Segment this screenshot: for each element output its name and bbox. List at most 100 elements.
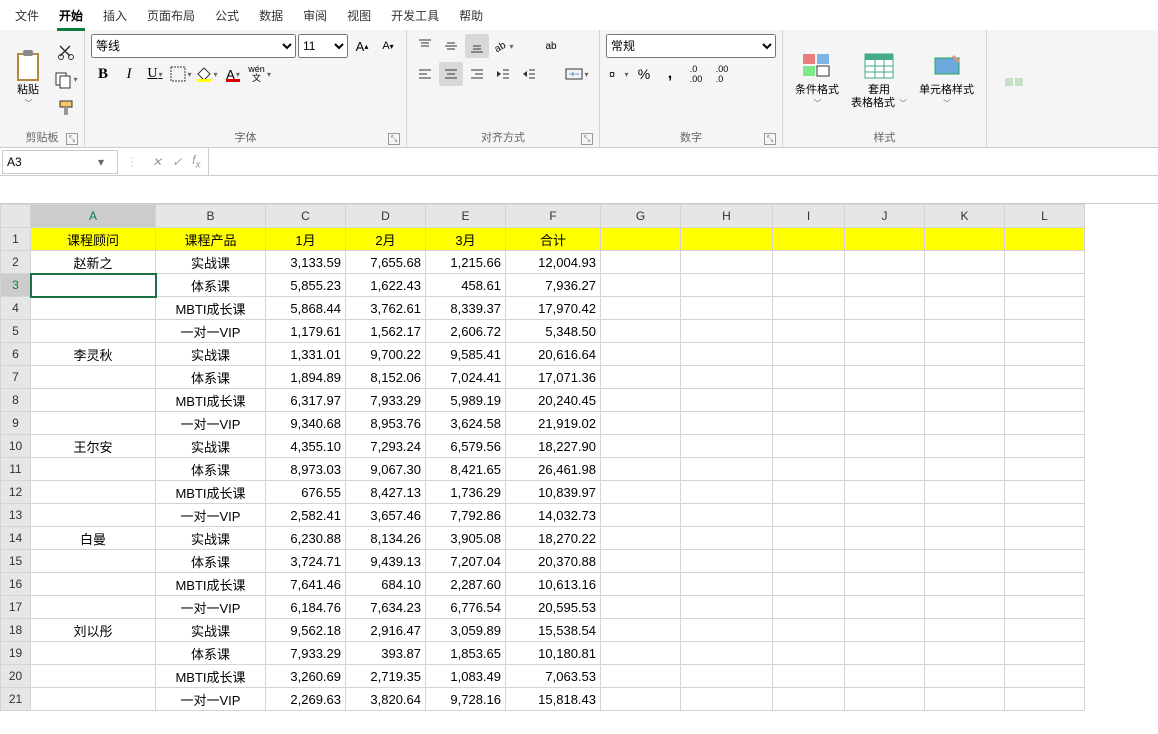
cell-styles-button[interactable]: 单元格样式﹀ <box>913 48 980 112</box>
cell-H8[interactable] <box>681 389 773 412</box>
cell-H19[interactable] <box>681 642 773 665</box>
cell-E6[interactable]: 9,585.41 <box>426 343 506 366</box>
menu-插入[interactable]: 插入 <box>93 2 137 29</box>
cell-L16[interactable] <box>1005 573 1085 596</box>
cell-K19[interactable] <box>925 642 1005 665</box>
cell-D11[interactable]: 9,067.30 <box>346 458 426 481</box>
row-header-6[interactable]: 6 <box>1 343 31 366</box>
cell-J14[interactable] <box>845 527 925 550</box>
cell-D21[interactable]: 3,820.64 <box>346 688 426 711</box>
cell-K6[interactable] <box>925 343 1005 366</box>
formula-input[interactable] <box>209 148 1158 175</box>
cell-K12[interactable] <box>925 481 1005 504</box>
cell-B18[interactable]: 实战课 <box>156 619 266 642</box>
cell-K16[interactable] <box>925 573 1005 596</box>
cell-D20[interactable]: 2,719.35 <box>346 665 426 688</box>
menu-帮助[interactable]: 帮助 <box>449 2 493 29</box>
cell-B14[interactable]: 实战课 <box>156 527 266 550</box>
cell-F1[interactable]: 合计 <box>506 228 601 251</box>
cell-H18[interactable] <box>681 619 773 642</box>
cell-H3[interactable] <box>681 274 773 297</box>
cell-B6[interactable]: 实战课 <box>156 343 266 366</box>
cell-F3[interactable]: 7,936.27 <box>506 274 601 297</box>
cell-I2[interactable] <box>773 251 845 274</box>
col-header-L[interactable]: L <box>1005 205 1085 228</box>
cell-B21[interactable]: 一对一VIP <box>156 688 266 711</box>
cell-C15[interactable]: 3,724.71 <box>266 550 346 573</box>
cell-J1[interactable] <box>845 228 925 251</box>
increase-font-button[interactable]: A▴ <box>350 34 374 58</box>
cell-E5[interactable]: 2,606.72 <box>426 320 506 343</box>
cell-E3[interactable]: 458.61 <box>426 274 506 297</box>
name-box-expand[interactable]: ⋮ <box>120 155 144 169</box>
cell-G11[interactable] <box>601 458 681 481</box>
cell-C9[interactable]: 9,340.68 <box>266 412 346 435</box>
cell-D15[interactable]: 9,439.13 <box>346 550 426 573</box>
menu-视图[interactable]: 视图 <box>337 2 381 29</box>
cell-G10[interactable] <box>601 435 681 458</box>
row-header-13[interactable]: 13 <box>1 504 31 527</box>
cell-A11[interactable] <box>31 458 156 481</box>
orientation-button[interactable]: ab▾ <box>491 34 515 58</box>
cell-H9[interactable] <box>681 412 773 435</box>
cell-F11[interactable]: 26,461.98 <box>506 458 601 481</box>
cell-I12[interactable] <box>773 481 845 504</box>
cell-H12[interactable] <box>681 481 773 504</box>
cell-G7[interactable] <box>601 366 681 389</box>
col-header-E[interactable]: E <box>426 205 506 228</box>
cell-D10[interactable]: 7,293.24 <box>346 435 426 458</box>
cell-I3[interactable] <box>773 274 845 297</box>
cell-D16[interactable]: 684.10 <box>346 573 426 596</box>
col-header-F[interactable]: F <box>506 205 601 228</box>
cell-J17[interactable] <box>845 596 925 619</box>
cell-C16[interactable]: 7,641.46 <box>266 573 346 596</box>
font-family-select[interactable]: 等线 <box>91 34 296 58</box>
table-format-button[interactable]: 套用 表格格式 ﹀ <box>845 48 913 112</box>
cell-D8[interactable]: 7,933.29 <box>346 389 426 412</box>
cell-F2[interactable]: 12,004.93 <box>506 251 601 274</box>
align-top-button[interactable] <box>413 34 437 58</box>
cell-H16[interactable] <box>681 573 773 596</box>
cell-I18[interactable] <box>773 619 845 642</box>
cell-B8[interactable]: MBTI成长课 <box>156 389 266 412</box>
cell-H20[interactable] <box>681 665 773 688</box>
cell-F16[interactable]: 10,613.16 <box>506 573 601 596</box>
cell-G15[interactable] <box>601 550 681 573</box>
cell-L8[interactable] <box>1005 389 1085 412</box>
cell-C17[interactable]: 6,184.76 <box>266 596 346 619</box>
row-header-20[interactable]: 20 <box>1 665 31 688</box>
cell-K15[interactable] <box>925 550 1005 573</box>
cell-J18[interactable] <box>845 619 925 642</box>
name-box[interactable]: ▾ <box>2 150 118 174</box>
cell-G4[interactable] <box>601 297 681 320</box>
cell-H17[interactable] <box>681 596 773 619</box>
cell-D9[interactable]: 8,953.76 <box>346 412 426 435</box>
row-header-9[interactable]: 9 <box>1 412 31 435</box>
cell-A10[interactable]: 王尔安 <box>31 435 156 458</box>
cell-F7[interactable]: 17,071.36 <box>506 366 601 389</box>
cell-A6[interactable]: 李灵秋 <box>31 343 156 366</box>
cell-B15[interactable]: 体系课 <box>156 550 266 573</box>
menu-文件[interactable]: 文件 <box>5 2 49 29</box>
cell-H4[interactable] <box>681 297 773 320</box>
number-dialog-launcher[interactable]: ⤡ <box>764 133 776 145</box>
cell-G2[interactable] <box>601 251 681 274</box>
menu-开发工具[interactable]: 开发工具 <box>381 2 449 29</box>
format-painter-button[interactable] <box>54 96 78 120</box>
cell-J13[interactable] <box>845 504 925 527</box>
cell-A4[interactable] <box>31 297 156 320</box>
row-header-19[interactable]: 19 <box>1 642 31 665</box>
cell-G21[interactable] <box>601 688 681 711</box>
cell-L15[interactable] <box>1005 550 1085 573</box>
cell-A2[interactable]: 赵新之 <box>31 251 156 274</box>
cell-G12[interactable] <box>601 481 681 504</box>
cell-C1[interactable]: 1月 <box>266 228 346 251</box>
cell-A16[interactable] <box>31 573 156 596</box>
cell-L19[interactable] <box>1005 642 1085 665</box>
bold-button[interactable]: B <box>91 62 115 86</box>
cell-B9[interactable]: 一对一VIP <box>156 412 266 435</box>
conditional-format-button[interactable]: 条件格式﹀ <box>789 48 845 112</box>
menu-开始[interactable]: 开始 <box>49 2 93 29</box>
cell-I21[interactable] <box>773 688 845 711</box>
cell-I11[interactable] <box>773 458 845 481</box>
